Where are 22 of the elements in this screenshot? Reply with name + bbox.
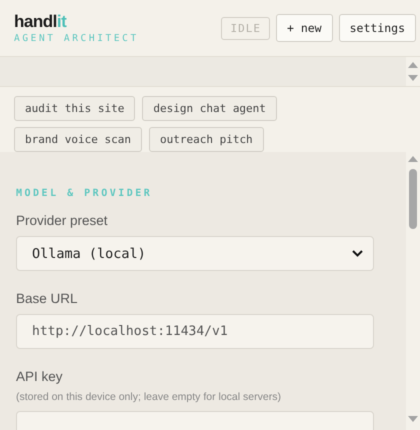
provider-select[interactable]: Ollama (local) [16,236,374,271]
scroll-up-icon[interactable] [408,156,418,162]
new-button[interactable]: + new [276,14,333,42]
scroll-down-icon[interactable] [408,416,418,422]
suggestion-chip[interactable]: outreach pitch [148,127,264,152]
scrollbar-thumb[interactable] [409,169,417,229]
scroll-up-icon[interactable] [408,62,418,68]
app-subtitle: AGENT ARCHITECT [14,32,139,44]
suggestion-chip[interactable]: audit this site [14,96,136,121]
input-field[interactable]: http://localhost:11434/v1 [16,314,374,349]
status-badge: IDLE [221,16,270,40]
suggestion-chip[interactable]: brand voice scan [14,127,142,152]
section-title: MODEL & PROVIDER [16,188,154,199]
field-label: Base URL [16,291,79,306]
settings-button[interactable]: settings [338,14,416,42]
suggestion-chip[interactable]: design chat agent [142,96,277,121]
chevron-down-icon [352,250,363,257]
scroll-down-icon[interactable] [408,75,418,81]
logo: handlit [14,12,68,30]
field-label: API key [16,369,64,384]
field-hint: (stored on this device only; leave empty for local servers) [16,391,282,403]
field-label: Provider preset [16,213,109,228]
